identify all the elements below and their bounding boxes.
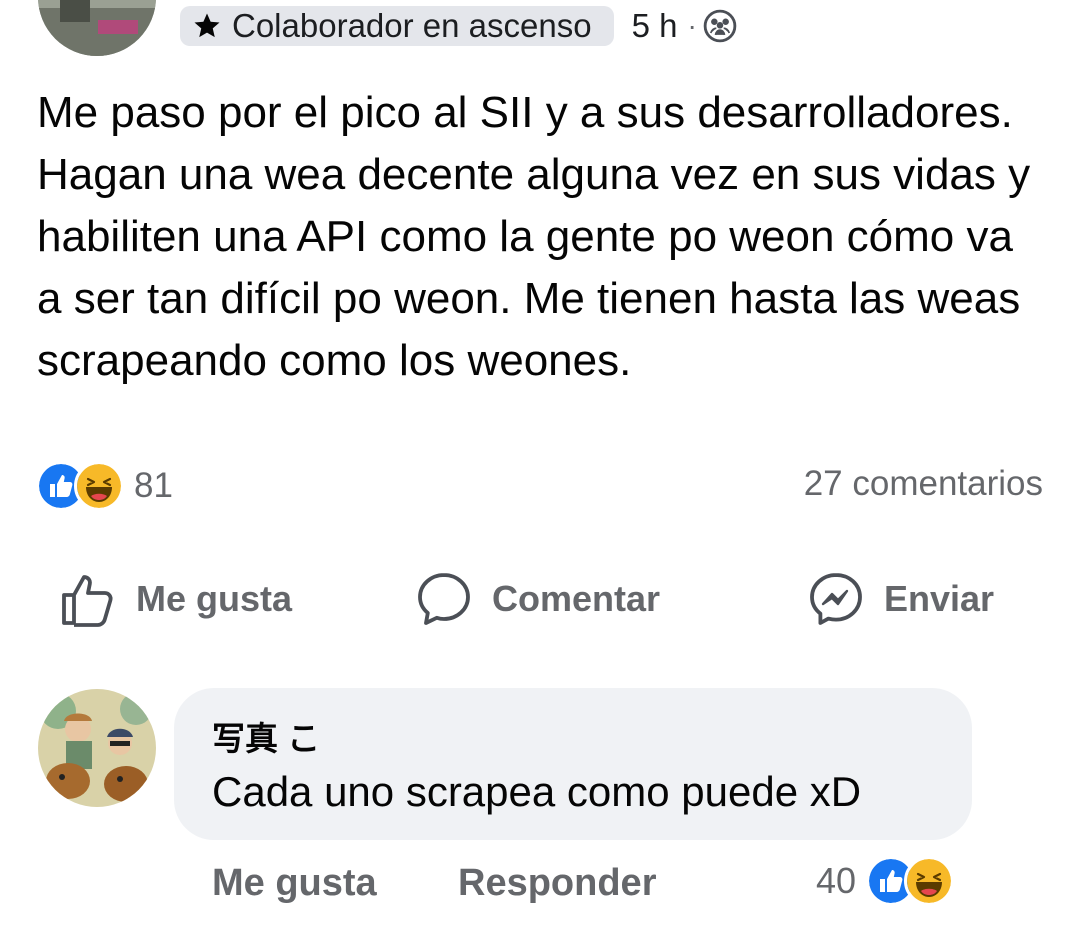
reactions-summary[interactable]: 81: [36, 461, 173, 511]
comment-button[interactable]: Comentar: [414, 568, 660, 630]
like-button-label: Me gusta: [136, 578, 293, 619]
group-icon[interactable]: [703, 9, 737, 43]
send-button-label: Enviar: [884, 578, 995, 619]
send-button[interactable]: Enviar: [806, 568, 994, 630]
reaction-count: 81: [134, 466, 173, 505]
like-button[interactable]: Me gusta: [58, 568, 292, 630]
comment-bubble-icon: [418, 573, 470, 625]
haha-reaction-icon: [904, 856, 955, 906]
comment-button-label: Comentar: [492, 578, 661, 619]
comment-like-button[interactable]: Me gusta: [212, 856, 377, 910]
comment-reply-label: Responder: [458, 861, 657, 904]
comment-text: Cada uno scrapea como puede xD: [212, 768, 862, 815]
commenter-avatar[interactable]: [38, 689, 156, 807]
comment-reactions[interactable]: 40: [816, 854, 955, 908]
author-avatar[interactable]: [38, 0, 156, 56]
meta-separator: ·: [687, 10, 697, 41]
comment-bubble[interactable]: 写真 こ Cada uno scrapea como puede xD: [174, 688, 972, 840]
post-text: Me paso por el pico al SII y a sus desar…: [37, 88, 1031, 385]
thumbs-up-icon: [62, 575, 113, 627]
star-icon: [194, 13, 220, 38]
comment-reply-button[interactable]: Responder: [458, 856, 656, 910]
comment-like-label: Me gusta: [212, 861, 377, 904]
post-meta-row: Colaborador en ascenso 5 h ·: [180, 4, 737, 48]
comments-count[interactable]: 27 comentarios: [804, 464, 1043, 504]
post-timestamp[interactable]: 5 h: [632, 7, 678, 45]
badge-label: Colaborador en ascenso: [232, 7, 592, 44]
comment-author[interactable]: 写真 こ: [212, 712, 320, 760]
comment-reaction-count: 40: [816, 860, 857, 901]
contributor-badge[interactable]: Colaborador en ascenso: [180, 6, 614, 46]
haha-reaction-icon: [74, 461, 124, 511]
messenger-icon: [810, 573, 862, 625]
